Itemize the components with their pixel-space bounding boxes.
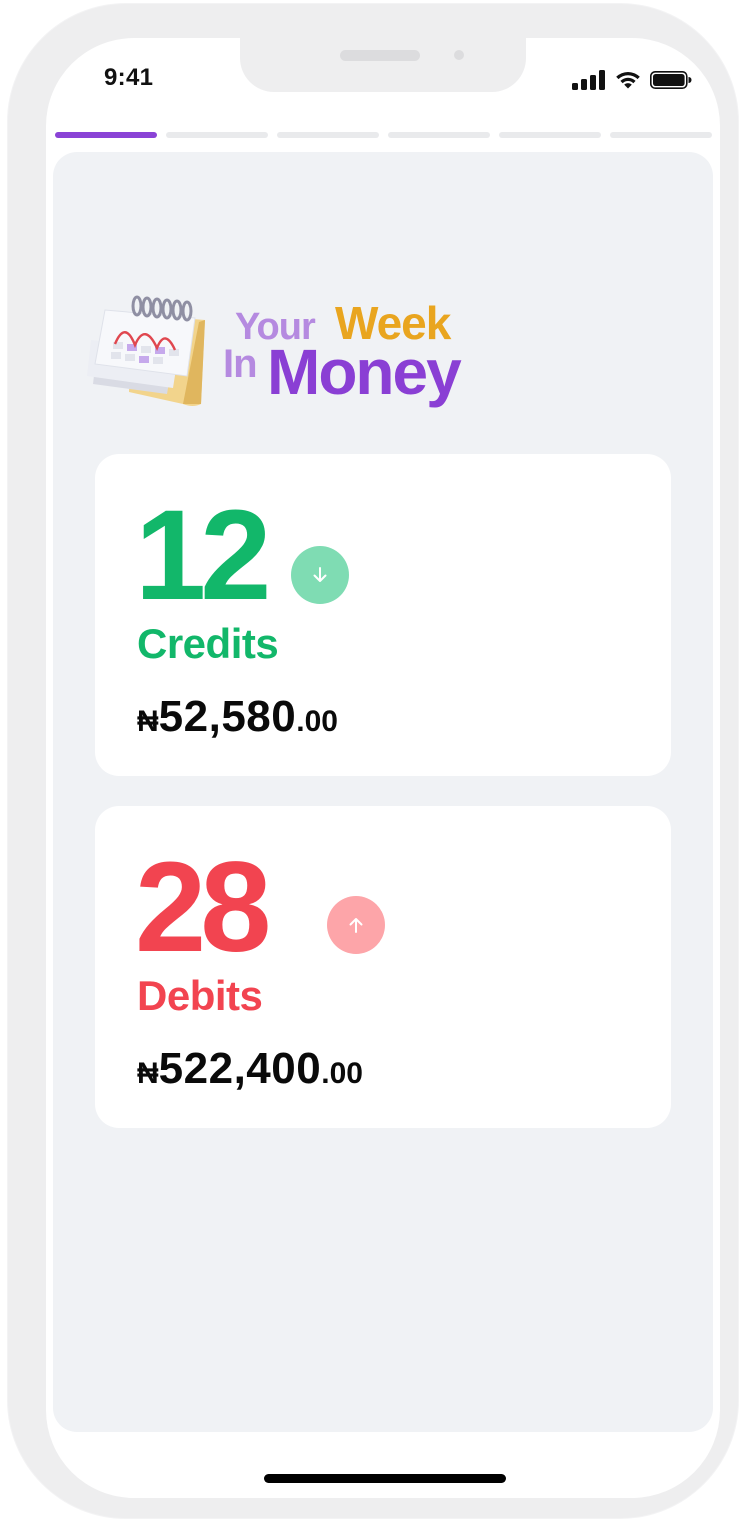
debit-direction-badge: [327, 896, 385, 954]
credits-count: 12: [135, 484, 271, 627]
week-in-money-header: Your Week In Money: [83, 292, 503, 422]
credit-direction-badge: [291, 546, 349, 604]
title-in: In: [223, 342, 258, 386]
debits-label: Debits: [137, 972, 263, 1019]
credits-label: Credits: [137, 620, 279, 667]
credits-card: 12 Credits ₦52,580.00: [95, 454, 671, 776]
debits-count: 28: [135, 836, 271, 979]
story-progress-bar: [55, 132, 712, 138]
front-camera: [454, 50, 464, 60]
debits-card: 28 Debits ₦522,400.00: [95, 806, 671, 1128]
credits-amount: ₦52,580.00: [137, 692, 338, 742]
wifi-icon: [616, 71, 640, 89]
home-indicator[interactable]: [264, 1474, 506, 1483]
speaker-grille: [340, 50, 420, 61]
phone-frame: 9:41 Your Week In Money 12 Credits ₦52,5…: [8, 4, 738, 1518]
amount-whole: 522,400: [158, 1044, 322, 1093]
amount-fraction: .00: [296, 705, 338, 738]
status-time: 9:41: [104, 64, 154, 91]
amount-fraction: .00: [321, 1057, 363, 1090]
story-progress-segment: [499, 132, 601, 138]
debits-amount: ₦522,400.00: [137, 1044, 363, 1094]
title-money: Money: [267, 336, 462, 408]
story-progress-segment: [166, 132, 268, 138]
battery-icon: [650, 70, 692, 89]
amount-whole: 52,580: [158, 692, 297, 741]
story-progress-segment: [388, 132, 490, 138]
currency-symbol: ₦: [137, 1057, 159, 1090]
calendar-illustration: [87, 295, 205, 406]
story-progress-segment: [277, 132, 379, 138]
story-panel[interactable]: Your Week In Money 12 Credits ₦52,580.00: [53, 152, 713, 1432]
arrow-up-icon: [349, 918, 363, 933]
arrow-down-icon: [313, 567, 327, 582]
cellular-signal-icon: [572, 70, 605, 90]
status-icons: [572, 68, 692, 92]
currency-symbol: ₦: [137, 705, 159, 738]
notch: [240, 38, 526, 92]
phone-screen: 9:41 Your Week In Money 12 Credits ₦52,5…: [46, 38, 720, 1498]
story-progress-segment-active: [55, 132, 157, 138]
story-progress-segment: [610, 132, 712, 138]
